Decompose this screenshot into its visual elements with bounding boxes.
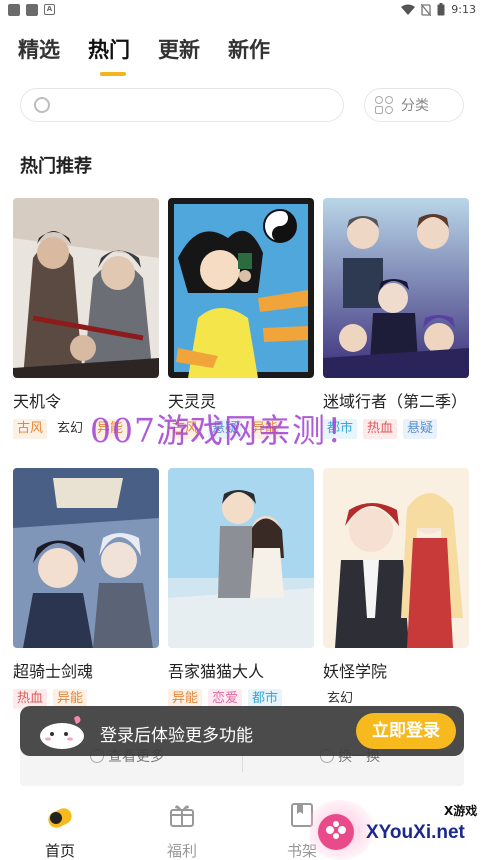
tag-list: 古风 玄幻 异能: [13, 419, 128, 439]
comic-title: 迷域行者（第二季）: [323, 392, 468, 411]
tab-xinzuo[interactable]: 新作: [228, 34, 270, 64]
top-tabs: 精选 热门 更新 新作: [18, 34, 270, 76]
mascot-icon: [40, 716, 84, 749]
comic-card[interactable]: 妖怪学院 玄幻: [323, 468, 469, 738]
tab-label: 热门: [88, 38, 130, 62]
category-label: 分类: [401, 98, 429, 114]
tag-list: 古风 悬疑 异能: [168, 419, 283, 439]
tag: 古风: [168, 419, 203, 439]
comic-card[interactable]: 超骑士剑魂 热血 异能: [13, 468, 159, 738]
wifi-icon: [401, 4, 416, 15]
category-button[interactable]: 分类: [364, 88, 464, 122]
comic-cover: [323, 468, 469, 648]
notification-icon: [8, 4, 20, 16]
comic-cover: [168, 468, 314, 648]
search-bar[interactable]: [20, 88, 344, 122]
tag: 古风: [13, 419, 48, 439]
corner-watermark-logo: X游戏 XYouXi.net: [306, 800, 484, 860]
nav-label: 福利: [166, 842, 197, 860]
active-tab-indicator: [100, 72, 126, 76]
tab-jingxuan[interactable]: 精选: [18, 34, 60, 64]
login-toast: 登录后体验更多功能 立即登录: [20, 706, 464, 756]
comic-card[interactable]: 迷域行者（第二季） 都市 热血 悬疑: [323, 198, 469, 468]
tag: 悬疑: [208, 419, 243, 439]
section-title: 热门推荐: [20, 156, 92, 177]
logo-bottom-text: XYouXi.net: [366, 822, 465, 843]
tag-list: 都市 热血 悬疑: [323, 419, 438, 439]
toast-message: 登录后体验更多功能: [100, 726, 253, 746]
tab-label: 精选: [18, 38, 60, 62]
notification-icon: [26, 4, 38, 16]
no-sim-icon: [421, 3, 432, 16]
comic-cover: [13, 198, 159, 378]
tab-label: 新作: [228, 38, 270, 62]
nav-home[interactable]: 首页: [20, 802, 100, 860]
tag: 异能: [93, 419, 128, 439]
comic-card[interactable]: 天机令 古风 玄幻 异能: [13, 198, 159, 468]
tag: 都市: [323, 419, 358, 439]
battery-icon: [437, 3, 445, 16]
comic-title: 天灵灵: [168, 392, 217, 411]
comic-grid: 天机令 古风 玄幻 异能 天灵灵 古风 悬疑 异能 迷域行者（第二季） 都市 热…: [13, 198, 473, 738]
comic-title: 妖怪学院: [323, 662, 388, 681]
comic-cover: [13, 468, 159, 648]
comic-card[interactable]: 天灵灵 古风 悬疑 异能: [168, 198, 314, 468]
search-icon: [34, 97, 50, 113]
status-bar: A 9:13: [0, 0, 484, 22]
comic-title: 吾家猫猫大人: [168, 662, 265, 681]
logo-top-text: X游戏: [444, 804, 478, 818]
tab-gengxin[interactable]: 更新: [158, 34, 200, 64]
status-time: 9:13: [451, 3, 476, 16]
comic-card[interactable]: 吾家猫猫大人 异能 恋爱 都市: [168, 468, 314, 738]
comic-title: 超骑士剑魂: [13, 662, 94, 681]
tag: 玄幻: [53, 419, 88, 439]
gift-icon: [170, 805, 194, 827]
tag: 悬疑: [403, 419, 438, 439]
nav-welfare[interactable]: 福利: [142, 802, 222, 860]
comic-title: 天机令: [13, 392, 62, 411]
login-button[interactable]: 立即登录: [356, 713, 456, 749]
nav-label: 首页: [44, 842, 75, 860]
comic-cover: [168, 198, 314, 378]
tag: 热血: [363, 419, 398, 439]
search-input[interactable]: [61, 95, 331, 117]
a-notification-icon: A: [44, 4, 55, 15]
comic-cover: [323, 198, 469, 378]
category-grid-icon: [375, 96, 393, 114]
tab-label: 更新: [158, 38, 200, 62]
tag: 异能: [248, 419, 283, 439]
home-icon: [48, 808, 72, 828]
tab-remen[interactable]: 热门: [88, 34, 130, 76]
